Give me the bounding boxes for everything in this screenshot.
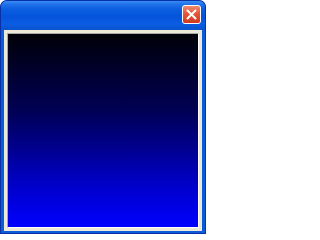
title-bar[interactable] xyxy=(1,1,205,30)
gradient-canvas xyxy=(7,33,199,228)
window-frame xyxy=(4,30,202,231)
close-x-icon xyxy=(186,9,197,20)
app-window xyxy=(0,0,206,234)
close-button[interactable] xyxy=(182,5,201,24)
